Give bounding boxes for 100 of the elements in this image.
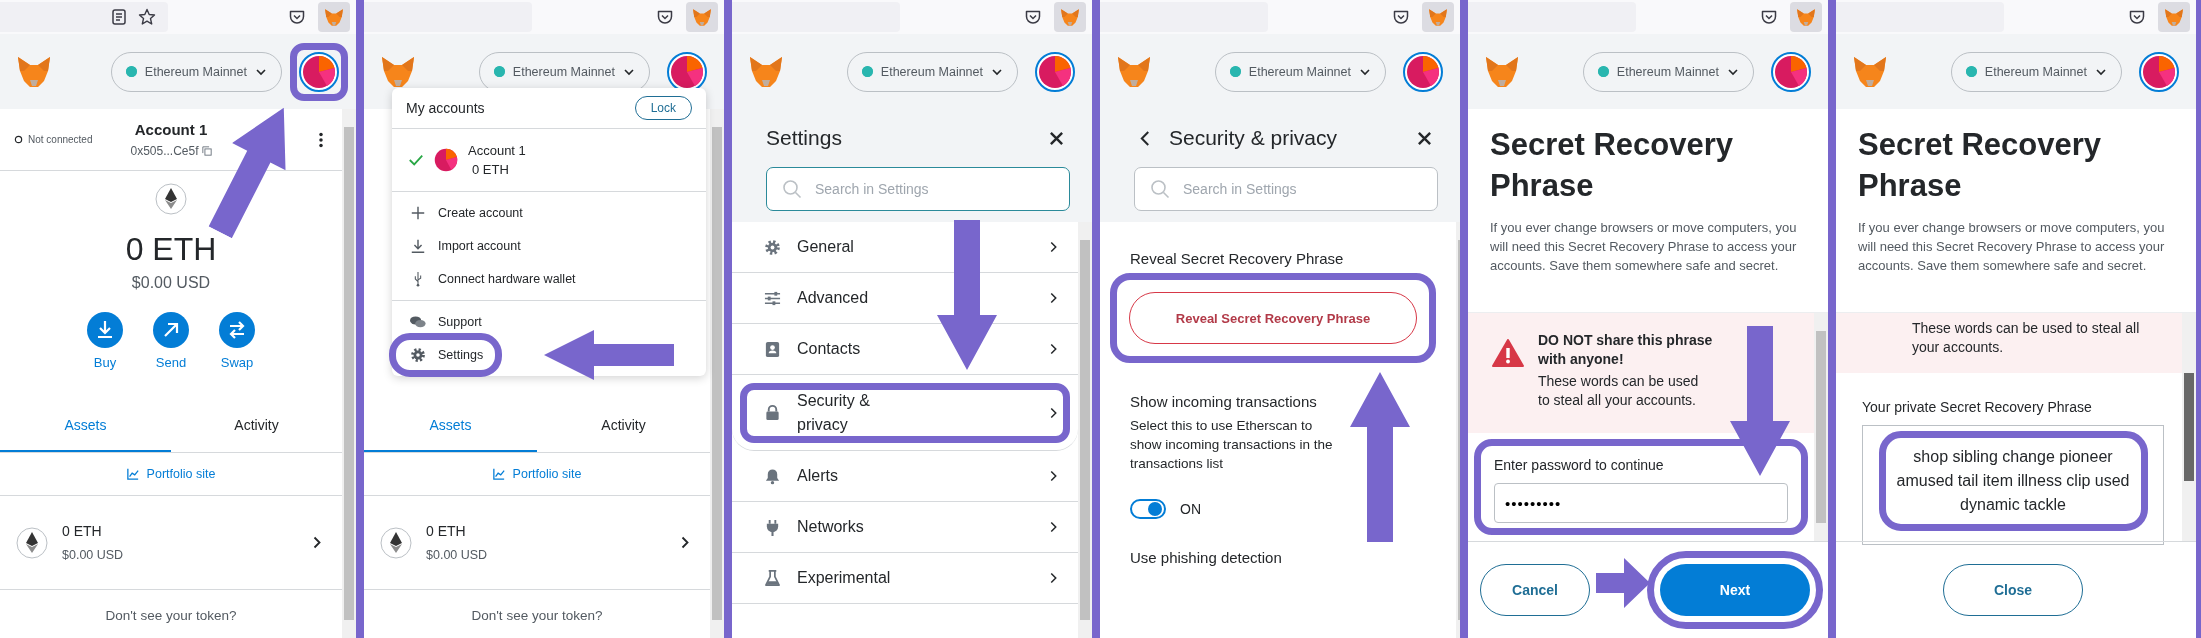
status-dot-icon [125, 66, 137, 77]
account-name: Account 1 [468, 143, 526, 158]
scrollbar[interactable] [342, 109, 356, 638]
action-button[interactable]: Buy [87, 312, 123, 370]
back-icon[interactable] [1140, 129, 1151, 147]
fox-logo-icon [1116, 54, 1152, 89]
footer-button[interactable]: Close [1943, 564, 2083, 616]
chevron-right-icon [1049, 405, 1058, 420]
account-item[interactable]: Account 1 0 ETH [392, 129, 706, 192]
chevron-right-icon [1049, 520, 1058, 534]
pocket-icon[interactable] [2128, 8, 2146, 26]
chevron-right-icon [1049, 571, 1058, 585]
fox-logo-icon [1852, 54, 1888, 89]
tab[interactable]: Assets [364, 400, 537, 452]
section-heading: Use phishing detection [1130, 549, 1283, 567]
asset-row[interactable]: 0 ETH $0.00 USD [0, 496, 342, 590]
ethereum-icon [16, 526, 48, 559]
menu-item[interactable]: Settings [396, 340, 496, 370]
footer-button[interactable]: Cancel [1480, 564, 1590, 616]
settings-icon [410, 347, 426, 363]
account-name: Account 1 [134, 121, 208, 138]
tab[interactable]: Assets [0, 400, 171, 452]
fox-icon [1060, 7, 1080, 27]
status-circle-icon [14, 135, 23, 144]
action-button[interactable]: Send [153, 312, 189, 370]
intro-text: If you ever change browsers or move computers, you will need this Secret Recovery Phrase to access your accounts. Save them somewhere safe and secret. [1490, 218, 1798, 275]
network-selector[interactable]: Ethereum Mainnet [1582, 51, 1754, 92]
portfolio-link[interactable]: Portfolio site [126, 467, 216, 481]
settings-category[interactable]: Networks [732, 502, 1078, 553]
warning-title: DO NOT share this phrase with anyone! [1538, 331, 1713, 370]
asset-amount: 0 ETH [62, 523, 103, 539]
fox-icon [1796, 7, 1816, 27]
bell-icon [764, 467, 781, 485]
network-selector[interactable]: Ethereum Mainnet [846, 51, 1018, 92]
chevron-right-icon [312, 535, 322, 550]
scrollbar[interactable] [710, 109, 724, 638]
fox-logo-icon [1484, 54, 1520, 89]
pocket-icon[interactable] [288, 8, 306, 26]
chat-bubbles-icon [410, 314, 426, 330]
ethereum-icon [380, 526, 412, 559]
tab[interactable]: Activity [537, 400, 710, 452]
menu-item[interactable]: Import account [396, 231, 533, 261]
password-label: Enter password to continue [1494, 457, 1665, 473]
chart-icon [492, 468, 505, 480]
lock-icon [764, 404, 781, 421]
scrollbar[interactable] [2182, 313, 2196, 541]
pocket-icon[interactable] [1760, 8, 1778, 26]
search-icon [1150, 179, 1170, 199]
address-bar[interactable] [0, 2, 168, 32]
pocket-icon[interactable] [1392, 8, 1410, 26]
warning-icon [1492, 339, 1524, 367]
bookmark-star-icon[interactable] [138, 8, 156, 26]
page-title: Secret Recovery Phrase [1858, 126, 2102, 205]
more-options-icon[interactable] [318, 131, 324, 148]
menu-item[interactable]: Create account [396, 198, 535, 228]
status-dot-icon [1229, 66, 1241, 77]
asset-row[interactable]: 0 ETH $0.00 USD [364, 496, 710, 590]
connection-status: Not connected [28, 134, 93, 145]
asset-value: $0.00 USD [62, 548, 124, 562]
pocket-icon[interactable] [1024, 8, 1042, 26]
tab[interactable]: Activity [171, 400, 342, 452]
close-icon[interactable] [1049, 130, 1064, 146]
action-button[interactable]: Swap [219, 312, 255, 370]
fox-logo-icon [16, 54, 52, 89]
contact-book-icon [764, 340, 781, 358]
pocket-icon[interactable] [656, 8, 674, 26]
scrollbar[interactable] [1078, 222, 1092, 638]
balance-fiat: $0.00 USD [131, 274, 211, 292]
toggle-switch[interactable] [1130, 499, 1166, 520]
scrollbar[interactable] [1814, 313, 1828, 541]
settings-category[interactable]: Experimental [732, 553, 1078, 604]
search-field[interactable]: Search in Settings [1134, 167, 1438, 211]
download-icon [410, 238, 426, 254]
reader-view-icon[interactable] [110, 8, 128, 26]
menu-item[interactable]: Support [396, 307, 494, 337]
settings-category[interactable]: Alerts [732, 451, 1078, 502]
password-field[interactable]: ••••••••• [1494, 483, 1788, 523]
menu-item[interactable]: Connect hardware wallet [396, 264, 588, 294]
settings-icon [764, 238, 781, 256]
network-selector[interactable]: Ethereum Mainnet [110, 51, 282, 92]
network-selector[interactable]: Ethereum Mainnet [1214, 51, 1386, 92]
status-dot-icon [861, 66, 873, 77]
plus-icon [410, 205, 426, 221]
sliders-icon [764, 289, 781, 307]
warning-text: These words can be used to steal all your accounts. [1912, 319, 2141, 358]
status-dot-icon [1597, 66, 1609, 77]
settings-category[interactable]: Security & privacy [732, 375, 1078, 451]
phrase-label: Your private Secret Recovery Phrase [1862, 399, 2093, 415]
chevron-right-icon [680, 535, 690, 550]
portfolio-link[interactable]: Portfolio site [492, 467, 582, 481]
ethereum-icon [155, 183, 187, 215]
search-field[interactable]: Search in Settings [766, 167, 1070, 211]
fox-icon [692, 7, 712, 27]
swap-icon [219, 312, 255, 348]
close-icon[interactable] [1417, 130, 1432, 146]
page-title: Secret Recovery Phrase [1490, 126, 1734, 205]
network-selector[interactable]: Ethereum Mainnet [1950, 51, 2122, 92]
page-title: Security & privacy [1169, 126, 1338, 150]
fox-icon [2164, 7, 2184, 27]
account-avatar[interactable] [290, 42, 348, 101]
